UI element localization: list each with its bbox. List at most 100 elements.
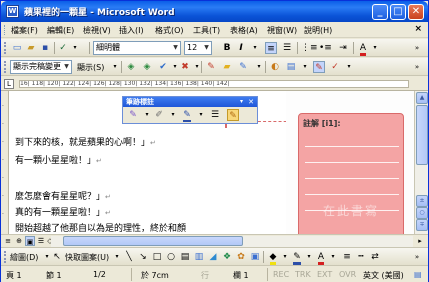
status-ovr[interactable]: OVR (339, 270, 356, 279)
rectangle-tool-icon[interactable]: □ (151, 251, 163, 263)
insert-comment-icon[interactable]: ✎ (205, 61, 217, 73)
menu-format[interactable]: 格式(O) (155, 25, 184, 36)
open-folder-icon[interactable]: ▰ (25, 42, 37, 54)
menu-edit[interactable]: 編輯(E) (47, 25, 74, 36)
vertical-textbox-icon[interactable]: ▥ (193, 251, 205, 263)
ink-toolbar-close-icon[interactable]: ✕ (248, 97, 254, 107)
display-for-review-select[interactable]: 顯示完稿變更 ▼ (10, 60, 72, 74)
ink-annotation-icon[interactable]: ✎ (313, 61, 325, 73)
toolbar-options-icon[interactable]: » (411, 42, 423, 54)
document-line[interactable]: 有一顆小星星啦！」↵ (15, 153, 102, 166)
close-document-icon[interactable]: × (414, 24, 422, 34)
menu-file[interactable]: 檔案(F) (11, 25, 38, 36)
menu-view[interactable]: 檢視(V) (83, 25, 111, 36)
next-page-button[interactable]: ∓ (416, 219, 428, 231)
vertical-scroll-thumb[interactable] (416, 105, 428, 165)
toolbar-grip-icon[interactable] (4, 42, 7, 54)
spelling-status-icon[interactable]: ▤ (414, 270, 422, 279)
justify-icon[interactable]: ☰ (281, 42, 293, 54)
ink-color-dropdown-icon[interactable]: ▾ (195, 109, 207, 121)
more-dropdown-icon[interactable]: ▾ (69, 42, 81, 54)
arrow-tool-icon[interactable]: ↘ (137, 251, 149, 263)
indent-icon[interactable]: ⇥ (337, 42, 349, 54)
wordart-icon[interactable]: ◢ (207, 251, 219, 263)
autoshapes-menu-button[interactable]: 快取圖案(U) (65, 252, 109, 263)
line-style-icon[interactable]: ☰ (209, 109, 221, 121)
maximize-button[interactable]: □ (390, 4, 406, 20)
font-color-icon[interactable]: A (315, 251, 327, 265)
minimize-button[interactable]: _ (372, 4, 388, 20)
toolbar-options-icon[interactable]: » (411, 61, 423, 73)
show-menu-button[interactable]: 顯示(S) (77, 62, 104, 73)
toolbar-grip-icon[interactable] (4, 61, 7, 73)
draw-menu-button[interactable]: 繪圖(D) (10, 252, 38, 263)
status-ext[interactable]: EXT (317, 270, 332, 279)
ink-color-icon[interactable]: ✎ (181, 109, 193, 122)
title-bar[interactable]: W 蘋果裡的一顆星 - Microsoft Word _ □ ✕ (1, 1, 428, 22)
show-hide-icon[interactable]: ✓ (57, 42, 69, 54)
word-app-icon[interactable]: W (6, 5, 19, 18)
eraser-icon[interactable]: ✐ (153, 109, 165, 121)
ink-toolbar-titlebar[interactable]: 筆跡標註 ▾ ✕ (123, 97, 257, 107)
document-line[interactable]: 開始超越了他那自以為是的理性，終於和顏 (15, 221, 186, 234)
font-color-dropdown-icon[interactable]: ▾ (369, 42, 381, 54)
ink-toolbar-dropdown-icon[interactable]: ▾ (240, 97, 243, 107)
status-rec[interactable]: REC (273, 270, 289, 279)
track-dropdown-icon[interactable]: ▾ (253, 61, 265, 73)
pen-dropdown-icon[interactable]: ▾ (141, 109, 153, 121)
web-layout-button[interactable]: ⊕ (14, 236, 24, 246)
ink-annotation-toolbar[interactable]: 筆跡標註 ▾ ✕ ✎ ▾ ✐ ▾ ✎ ▾ ☰ ✎ (122, 96, 258, 124)
numbering-icon[interactable]: ⋮≡ (301, 42, 318, 54)
document-line[interactable]: 麼怎麼會有星星呢？」↵ (15, 189, 111, 202)
tab-selector-button[interactable]: L (4, 79, 14, 89)
highlight-icon[interactable]: ▰ (221, 61, 233, 73)
menu-window[interactable]: 視窗(W) (267, 25, 297, 36)
browse-object-button[interactable]: ○ (416, 207, 428, 219)
horizontal-scroll-thumb[interactable] (63, 236, 243, 246)
horizontal-scrollbar[interactable] (51, 236, 413, 247)
previous-page-button[interactable]: ± (416, 195, 428, 207)
accept-change-icon[interactable]: ✔ (157, 61, 169, 73)
reject-change-icon[interactable]: ✖ (179, 61, 191, 73)
arrow-style-icon[interactable]: ⇄ (369, 251, 381, 263)
status-language[interactable]: 英文 (美國) (363, 270, 404, 281)
italic-button[interactable]: I (235, 42, 247, 54)
chevron-down-icon[interactable]: ▾ (109, 61, 121, 73)
status-trk[interactable]: TRK (295, 270, 311, 279)
comment-balloon[interactable]: 註解 [i1]: 在此書寫 (298, 113, 404, 234)
reviewing-pane-icon[interactable]: ◐ (269, 61, 281, 73)
fill-dropdown-icon[interactable]: ▾ (279, 251, 291, 263)
font-size-select[interactable]: 12 ▼ (184, 41, 212, 55)
document-map-icon[interactable]: ▤ (285, 61, 297, 73)
bullets-icon[interactable]: •≡ (319, 42, 332, 54)
menu-table[interactable]: 表格(A) (230, 25, 258, 36)
line-color-icon[interactable]: ✎ (291, 251, 303, 265)
chevron-down-icon[interactable]: ▾ (299, 61, 311, 73)
ink-comment-icon[interactable]: ✓ (329, 61, 341, 73)
vertical-scrollbar[interactable]: ▲ ± ○ ∓ (414, 91, 428, 234)
menu-insert[interactable]: 插入(I) (119, 25, 144, 36)
ruler-bar[interactable]: 16| 118| 120| 122| 124| 126| 128| 130| 1… (19, 80, 409, 88)
pen-icon[interactable]: ✎ (127, 109, 139, 121)
line-tool-icon[interactable]: ╲ (123, 251, 135, 263)
bold-button[interactable]: B (221, 42, 233, 54)
menu-tools[interactable]: 工具(T) (193, 25, 220, 36)
menu-help[interactable]: 說明(H) (304, 25, 332, 36)
save-icon[interactable]: ▪ (39, 42, 51, 54)
document-line[interactable]: 真的有一顆星星啦！」↵ (15, 205, 111, 218)
chevron-down-icon[interactable]: ▾ (343, 61, 355, 73)
font-name-select[interactable]: 細明體 ▼ (93, 41, 181, 55)
diagram-icon[interactable]: ❖ (221, 251, 233, 263)
track-changes-icon[interactable]: ✎ (237, 61, 249, 73)
insert-picture-icon[interactable]: ▣ (249, 251, 261, 263)
font-color-dropdown-icon[interactable]: ▾ (327, 251, 339, 263)
print-layout-button[interactable]: ▣ (25, 236, 35, 246)
scroll-up-button[interactable]: ▲ (416, 92, 428, 104)
previous-change-icon[interactable]: ◈ (125, 61, 137, 73)
eraser-dropdown-icon[interactable]: ▾ (167, 109, 179, 121)
close-button[interactable]: ✕ (408, 4, 424, 20)
oval-tool-icon[interactable]: ○ (165, 251, 177, 263)
more-dropdown-icon[interactable]: ▾ (249, 42, 261, 54)
next-change-icon[interactable]: ◈ (141, 61, 153, 73)
select-objects-icon[interactable]: ✎ (227, 109, 239, 121)
